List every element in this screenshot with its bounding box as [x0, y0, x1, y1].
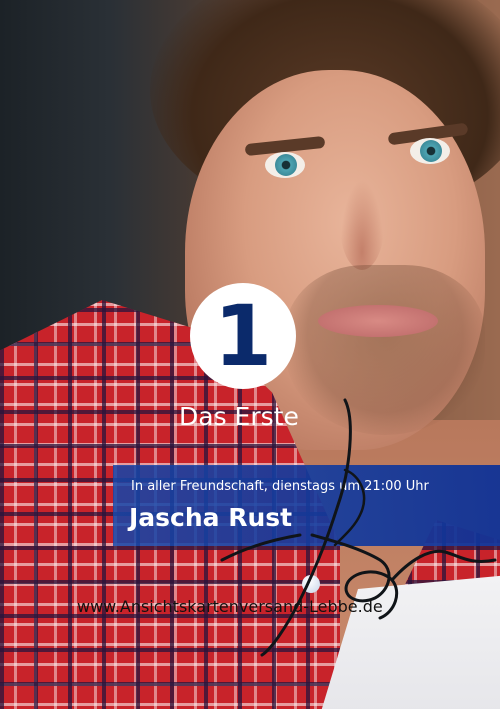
beard	[285, 265, 485, 435]
right-eye	[410, 138, 450, 164]
shirt-button	[302, 575, 320, 593]
watermark-url: www.Ansichtskartenversand-Lebbe.de	[77, 597, 383, 616]
show-banner: In aller Freundschaft, dienstags um 21:0…	[113, 465, 500, 546]
das-erste-logo: 1	[190, 283, 296, 389]
logo-one-glyph: 1	[213, 287, 273, 385]
channel-name: Das Erste	[179, 402, 299, 431]
autograph-card: 1 Das Erste In aller Freundschaft, diens…	[0, 0, 500, 709]
left-eye	[265, 152, 305, 178]
lips	[318, 305, 438, 337]
person-name: Jascha Rust	[129, 503, 293, 532]
show-schedule: In aller Freundschaft, dienstags um 21:0…	[131, 479, 429, 494]
nose	[340, 180, 384, 270]
